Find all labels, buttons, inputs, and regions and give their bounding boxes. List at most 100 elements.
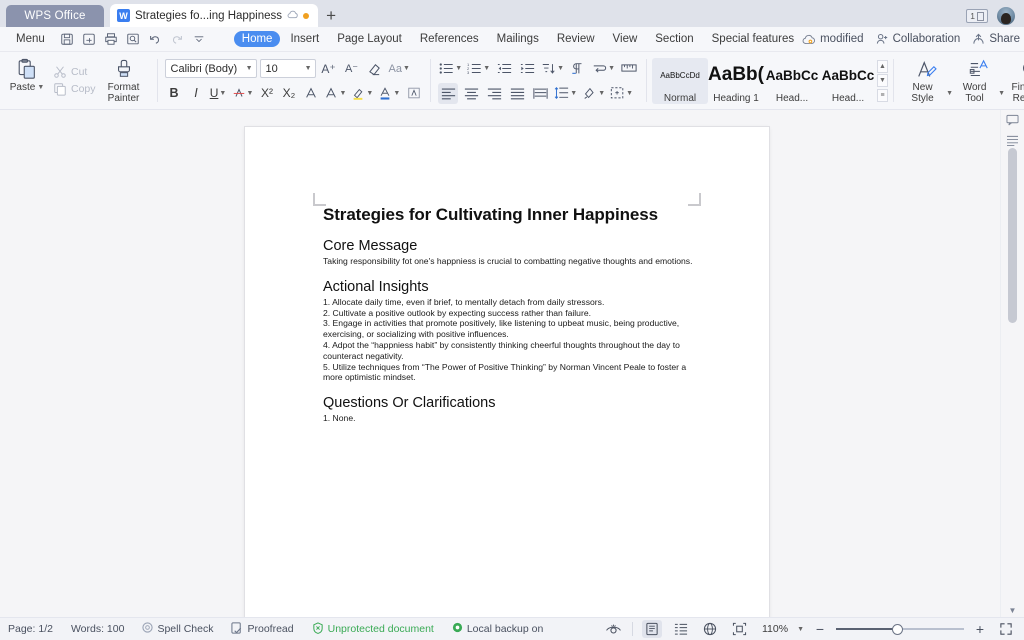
borders-icon[interactable]: ▼ — [609, 83, 634, 104]
new-tab-button[interactable]: + — [318, 4, 344, 27]
align-justify-icon[interactable] — [507, 83, 527, 104]
format-painter-button[interactable]: Format Painter — [98, 54, 150, 107]
highlight-color-button[interactable]: ▼ — [350, 83, 374, 103]
print-layout-view-button[interactable] — [642, 620, 663, 638]
tab-review[interactable]: Review — [549, 31, 603, 47]
underline-button[interactable]: U ▼ — [209, 83, 228, 103]
document-page[interactable]: Strategies for Cultivating Inner Happine… — [245, 127, 769, 617]
navigation-pane-icon[interactable] — [1005, 133, 1021, 147]
full-screen-view-button[interactable] — [729, 620, 749, 638]
numbering-icon[interactable]: 1 2 3 ▼ — [466, 58, 491, 79]
distribute-icon[interactable] — [530, 83, 550, 104]
cloud-status-button[interactable]: modified — [802, 33, 864, 45]
style-heading-3[interactable]: AaBbCc Head... — [820, 58, 876, 104]
zoom-caret-icon[interactable]: ▼ — [797, 626, 804, 633]
font-size-caret-icon[interactable]: ▼ — [305, 65, 312, 72]
vertical-scrollbar-thumb[interactable] — [1008, 148, 1017, 323]
paste-caret-icon[interactable]: ▼ — [37, 84, 44, 91]
outline-view-button[interactable] — [671, 620, 691, 638]
strikethrough-button[interactable]: ▼ — [231, 83, 255, 103]
styles-scroll-up-button[interactable]: ▲ — [877, 59, 889, 73]
tab-insert[interactable]: Insert — [282, 31, 327, 47]
copy-button[interactable]: Copy — [52, 82, 96, 96]
tab-page-layout[interactable]: Page Layout — [329, 31, 410, 47]
italic-button[interactable]: I — [187, 83, 206, 103]
shading-icon[interactable]: ▼ — [581, 83, 606, 104]
undo-icon[interactable] — [145, 30, 166, 49]
superscript-button[interactable]: X² — [257, 83, 276, 103]
print-preview-icon[interactable] — [123, 30, 144, 49]
wps-office-button[interactable]: WPS Office — [6, 5, 104, 27]
show-marks-icon[interactable] — [568, 58, 588, 79]
menu-button[interactable]: Menu — [16, 33, 45, 45]
word-count[interactable]: Words: 100 — [71, 623, 125, 635]
cut-button[interactable]: Cut — [52, 65, 96, 79]
styles-scroll-down-button[interactable]: ▼ — [877, 74, 889, 87]
save-icon[interactable] — [57, 30, 78, 49]
redo-icon[interactable] — [167, 30, 188, 49]
tab-mailings[interactable]: Mailings — [489, 31, 547, 47]
decrease-indent-icon[interactable] — [494, 58, 514, 79]
change-case-button[interactable]: Aa ▼ — [388, 58, 411, 79]
increase-indent-icon[interactable] — [517, 58, 537, 79]
document-tab[interactable]: W Strategies fo...ing Happiness — [110, 4, 319, 27]
focus-mode-icon[interactable] — [603, 620, 623, 638]
expand-icon[interactable] — [996, 620, 1016, 638]
page-count-chip[interactable]: 1 — [966, 9, 988, 23]
spell-check-button[interactable]: Spell Check — [142, 622, 213, 636]
font-color-button[interactable]: ▼ — [377, 83, 401, 103]
sort-icon[interactable]: ▼ — [540, 58, 565, 79]
font-size-combobox[interactable]: 10 ▼ — [259, 59, 316, 78]
scroll-down-icon[interactable]: ▼ — [1009, 606, 1017, 615]
font-name-combobox[interactable]: Calibri (Body) ▼ — [164, 59, 257, 78]
share-button[interactable]: Share — [972, 33, 1020, 45]
comment-panel-icon[interactable] — [1005, 113, 1021, 127]
font-name-caret-icon[interactable]: ▼ — [246, 65, 253, 72]
word-tool-button[interactable]: Word Tool ▼ — [953, 54, 1005, 107]
style-normal[interactable]: AaBbCcDd Normal — [652, 57, 709, 104]
new-style-button[interactable]: New Style ▼ — [901, 54, 953, 107]
document-protection-status[interactable]: Unprotected document — [312, 621, 434, 637]
document-body[interactable]: Strategies for Cultivating Inner Happine… — [323, 205, 697, 424]
line-spacing-icon[interactable]: ▼ — [553, 83, 578, 104]
local-backup-status[interactable]: Local backup on — [452, 622, 543, 636]
line-break-icon[interactable]: ▼ — [591, 58, 616, 79]
align-left-icon[interactable] — [438, 82, 459, 104]
zoom-slider-handle[interactable] — [892, 623, 903, 635]
align-right-icon[interactable] — [484, 83, 504, 104]
character-border-button[interactable] — [404, 83, 423, 103]
vertical-scrollbar[interactable] — [1008, 146, 1017, 601]
align-center-icon[interactable] — [461, 83, 481, 104]
zoom-slider[interactable] — [836, 623, 964, 635]
shrink-font-button[interactable]: A⁻ — [342, 58, 362, 79]
tab-section[interactable]: Section — [647, 31, 701, 47]
text-effects-button[interactable] — [301, 83, 320, 103]
find-and-replace-button[interactable]: Find and Replace — [1005, 54, 1024, 107]
web-layout-view-button[interactable] — [700, 620, 720, 638]
tab-special-features[interactable]: Special features — [704, 31, 802, 47]
clear-formatting-icon[interactable] — [365, 58, 385, 79]
tab-home[interactable]: Home — [233, 31, 281, 47]
quick-access-more-icon[interactable] — [189, 30, 210, 49]
subscript-button[interactable]: X₂ — [279, 83, 298, 103]
collaboration-button[interactable]: Collaboration — [876, 33, 960, 45]
text-effect-gallery-button[interactable]: ▼ — [323, 83, 347, 103]
print-icon[interactable] — [101, 30, 122, 49]
ruler-icon[interactable] — [619, 58, 639, 79]
proofread-button[interactable]: Proofread — [231, 621, 294, 637]
tab-view[interactable]: View — [605, 31, 646, 47]
bold-button[interactable]: B — [165, 83, 184, 103]
paste-button[interactable]: Paste ▼ — [4, 54, 50, 107]
zoom-level-label[interactable]: 110% — [758, 623, 788, 635]
zoom-out-button[interactable]: − — [813, 622, 827, 636]
tab-references[interactable]: References — [412, 31, 487, 47]
document-canvas[interactable]: Strategies for Cultivating Inner Happine… — [0, 110, 1000, 617]
zoom-in-button[interactable]: + — [973, 622, 987, 636]
style-heading-2[interactable]: AaBbCc Head... — [764, 58, 820, 104]
bullets-icon[interactable]: ▼ — [438, 58, 463, 79]
styles-expand-button[interactable]: ≡ — [877, 88, 889, 102]
style-heading-1[interactable]: AaBb( Heading 1 — [708, 58, 764, 104]
save-as-icon[interactable] — [79, 30, 100, 49]
grow-font-button[interactable]: A⁺ — [319, 58, 339, 79]
user-avatar[interactable] — [997, 7, 1015, 25]
